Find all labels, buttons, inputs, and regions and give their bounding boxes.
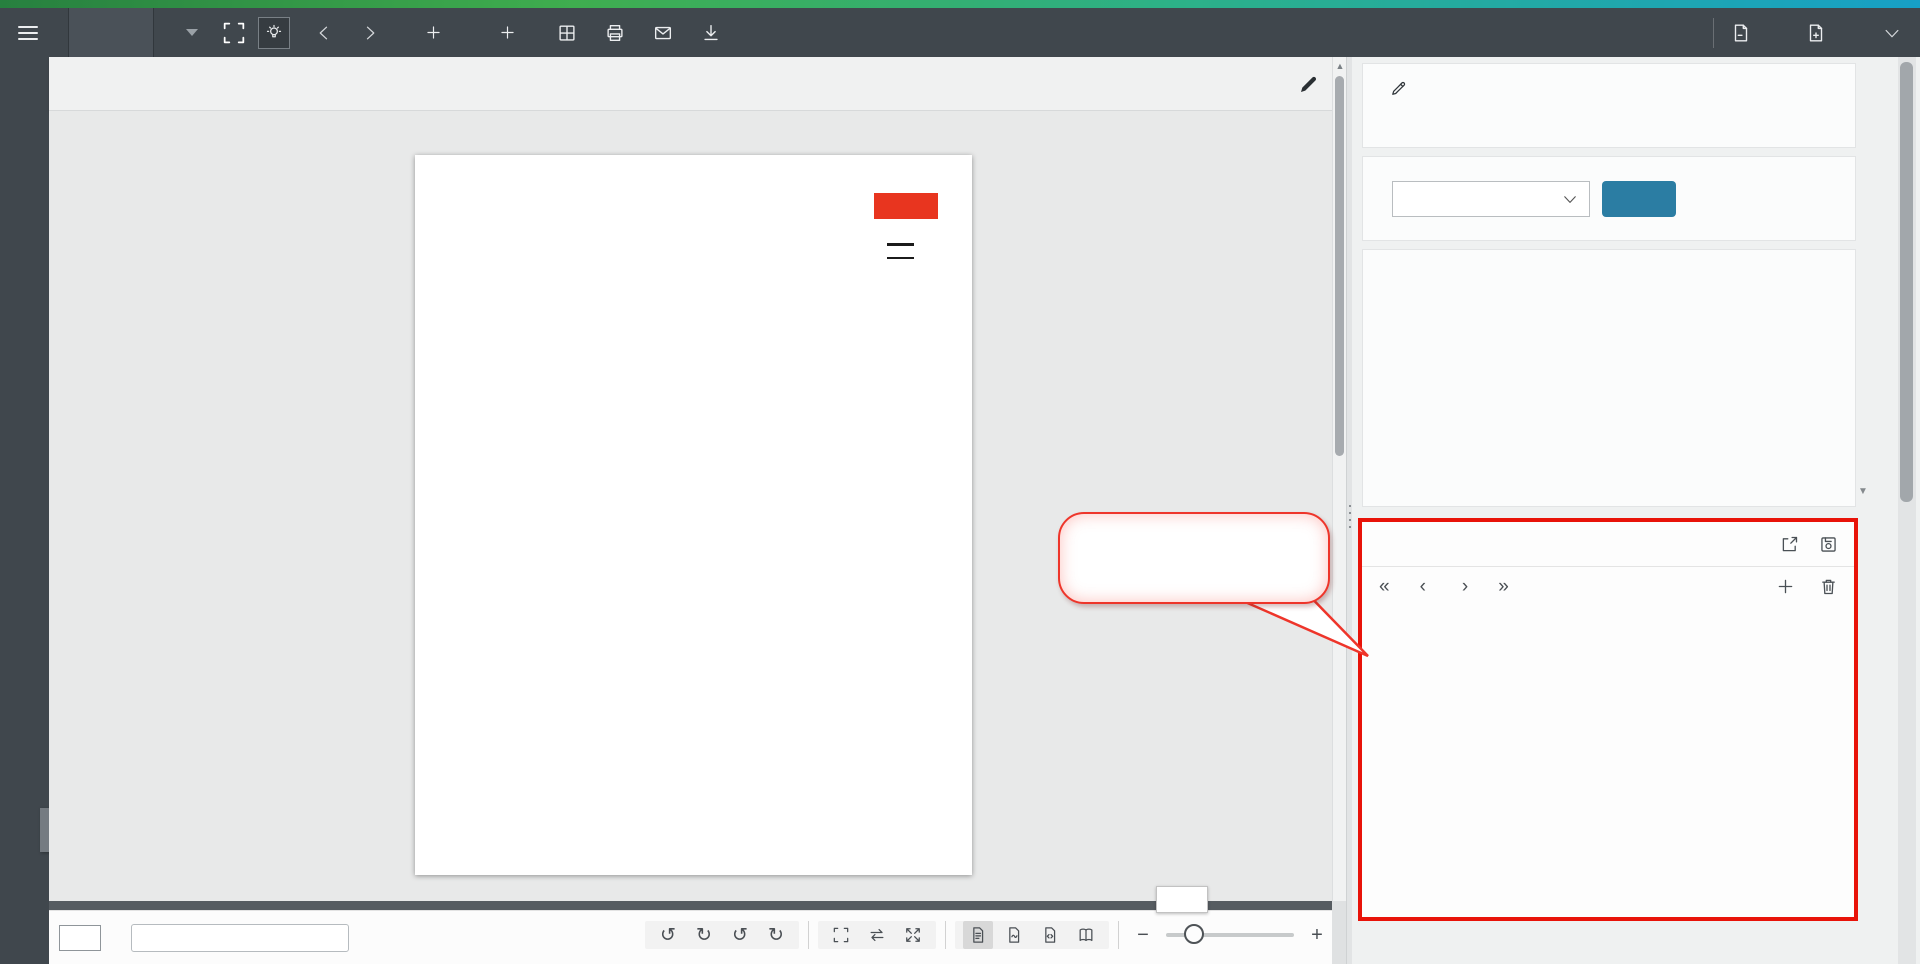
save-icon[interactable] xyxy=(1818,534,1839,555)
rotate-counterclockwise-button[interactable]: ↺ xyxy=(653,921,683,949)
top-accent-strip xyxy=(0,0,1920,8)
zoom-in-button[interactable]: + xyxy=(1306,924,1328,947)
pencil-icon xyxy=(1297,72,1321,96)
rotate-page-left-button[interactable]: ↺ xyxy=(725,921,755,949)
ocr-label xyxy=(220,19,248,47)
tab-add-new-document[interactable] xyxy=(68,8,154,57)
gl-distribution-card: « ‹ › » xyxy=(1358,518,1858,921)
new-button[interactable] xyxy=(424,23,452,42)
ocr-button[interactable] xyxy=(220,19,248,47)
invoice-page xyxy=(415,155,972,875)
chevron-down-icon xyxy=(1561,190,1579,208)
annotation-edit-button[interactable] xyxy=(1294,69,1324,99)
zoom-control: − + xyxy=(1132,924,1328,947)
intelligent-capture-button[interactable] xyxy=(258,17,290,49)
invoice-menu-dashes xyxy=(887,243,914,270)
viewer-vertical-scrollbar[interactable]: ▲ xyxy=(1332,57,1346,901)
papersave-app: ▲ ↺ ↻ ↺ ↻ xyxy=(0,0,1920,964)
grid-view-icon[interactable] xyxy=(556,22,578,44)
plus-icon xyxy=(498,23,517,42)
single-page-view-button[interactable] xyxy=(963,921,993,949)
zoom-slider-knob[interactable] xyxy=(1184,924,1204,944)
document-id-card xyxy=(1362,63,1856,148)
caret-down-icon xyxy=(186,29,198,36)
delete-row-icon[interactable] xyxy=(1818,576,1839,597)
document-fields-card xyxy=(1362,249,1856,507)
document-selector[interactable] xyxy=(176,29,198,36)
panel-scrollbar[interactable] xyxy=(1898,57,1916,964)
fit-page-button[interactable] xyxy=(898,921,928,949)
add-more-pages-button[interactable] xyxy=(498,23,526,42)
text-view-button[interactable] xyxy=(1035,921,1065,949)
page-number-input[interactable] xyxy=(59,925,101,951)
batch-edit-pencil-icon[interactable] xyxy=(1389,78,1409,98)
continuous-view-button[interactable] xyxy=(999,921,1029,949)
add-row-icon[interactable] xyxy=(1775,576,1796,597)
document-minus-icon xyxy=(1730,22,1752,44)
field-actions-card xyxy=(1362,156,1856,241)
zoom-out-button[interactable]: − xyxy=(1132,924,1154,947)
page-thumbnail-bar xyxy=(49,57,1332,111)
download-icon[interactable] xyxy=(700,22,722,44)
panel-scrollbar-thumb[interactable] xyxy=(1900,62,1913,502)
submit-item-button[interactable] xyxy=(1805,22,1836,44)
fields-scroll-down-arrow-icon[interactable]: ▼ xyxy=(1858,486,1868,497)
email-icon[interactable] xyxy=(652,22,674,44)
item-actions xyxy=(1697,18,1920,48)
two-page-view-button[interactable] xyxy=(1071,921,1101,949)
plus-icon xyxy=(424,23,443,42)
expand-menu-chevron[interactable] xyxy=(1882,23,1902,43)
last-row-button[interactable]: » xyxy=(1496,577,1511,596)
print-icon[interactable] xyxy=(604,22,626,44)
scrollbar-thumb[interactable] xyxy=(1335,76,1344,456)
hamburger-menu-icon[interactable] xyxy=(18,26,38,40)
fit-group xyxy=(818,921,936,949)
rotate-group: ↺ ↻ ↺ ↻ xyxy=(645,921,799,949)
rotate-clockwise-button[interactable]: ↻ xyxy=(689,921,719,949)
next-row-button[interactable]: › xyxy=(1460,577,1470,596)
previous-row-button[interactable]: ‹ xyxy=(1418,577,1428,596)
zoom-level-tooltip xyxy=(1156,886,1208,913)
brand xyxy=(0,8,68,57)
document-plus-icon xyxy=(1805,22,1827,44)
field-actions-select[interactable] xyxy=(1392,181,1590,217)
viewer-toolbar: ↺ ↻ ↺ ↻ − xyxy=(49,910,1332,964)
scroll-up-arrow-icon[interactable]: ▲ xyxy=(1333,61,1347,71)
document-action-icons xyxy=(556,22,722,44)
fit-to-screen-button[interactable] xyxy=(826,921,856,949)
splitter-grip xyxy=(1349,505,1351,528)
lightbulb-icon xyxy=(264,23,284,43)
go-button[interactable] xyxy=(1602,181,1676,217)
gl-row-pager: « ‹ › » xyxy=(1377,576,1839,597)
open-in-window-icon[interactable] xyxy=(1779,534,1800,555)
top-bar xyxy=(0,8,1920,57)
callout-card-style-table-field-view xyxy=(1058,512,1330,604)
zoom-slider-track[interactable] xyxy=(1166,933,1294,937)
view-mode-group xyxy=(955,921,1109,949)
next-document-button[interactable] xyxy=(360,23,380,43)
document-title-box[interactable] xyxy=(131,924,349,952)
remove-item-button[interactable] xyxy=(1730,22,1761,44)
fit-width-button[interactable] xyxy=(862,921,892,949)
viewer-horizontal-scrollbar[interactable] xyxy=(49,901,1332,910)
rotate-page-right-button[interactable]: ↻ xyxy=(761,921,791,949)
franke-logo xyxy=(874,193,938,219)
previous-document-button[interactable] xyxy=(314,23,334,43)
first-row-button[interactable]: « xyxy=(1377,577,1392,596)
